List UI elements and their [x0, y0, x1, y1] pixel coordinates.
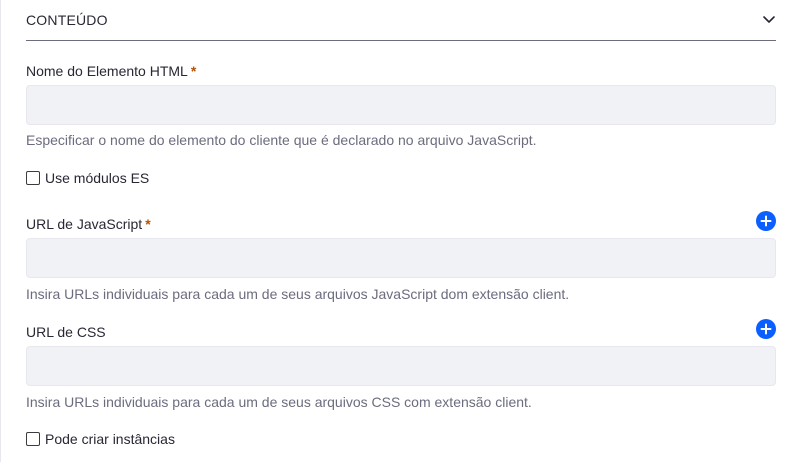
css-url-label: URL de CSS	[26, 324, 106, 340]
js-url-label-text: URL de JavaScript	[26, 216, 143, 232]
content-panel: CONTEÚDO Nome do Elemento HTML * Especifi…	[26, 0, 776, 462]
chevron-down-icon	[763, 16, 775, 23]
section-title: CONTEÚDO	[26, 12, 108, 28]
css-url-input[interactable]	[26, 346, 776, 386]
element-name-label-text: Nome do Elemento HTML	[26, 63, 188, 79]
plus-circle-icon	[760, 323, 772, 335]
js-url-help: Insira URLs individuais para cada um de …	[26, 286, 570, 302]
add-css-url-button[interactable]	[756, 319, 776, 339]
element-name-help: Especificar o nome do elemento do client…	[26, 132, 537, 148]
instanceable-label: Pode criar instâncias	[45, 431, 175, 447]
js-url-input[interactable]	[26, 238, 776, 278]
css-url-help: Insira URLs individuais para cada um de …	[26, 394, 532, 410]
required-marker: *	[145, 216, 151, 232]
es-modules-label: Use módulos ES	[45, 170, 150, 186]
section-header-toggle[interactable]: CONTEÚDO	[26, 0, 776, 41]
instanceable-checkbox[interactable]	[26, 432, 40, 446]
add-js-url-button[interactable]	[756, 211, 776, 231]
es-modules-checkbox[interactable]	[26, 171, 40, 185]
plus-circle-icon	[760, 215, 772, 227]
element-name-label: Nome do Elemento HTML *	[26, 63, 196, 79]
js-url-label: URL de JavaScript *	[26, 216, 151, 232]
panel-left-border	[0, 0, 1, 462]
required-marker: *	[190, 63, 197, 79]
element-name-input[interactable]	[26, 85, 776, 125]
css-url-label-text: URL de CSS	[26, 324, 106, 340]
